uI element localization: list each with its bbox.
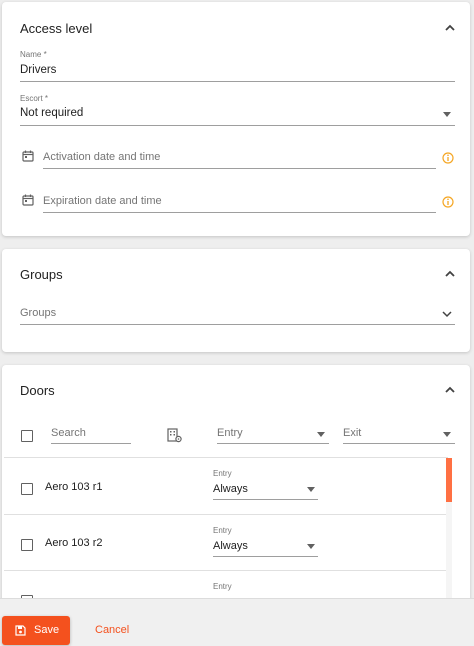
door-entry-underline [213,556,318,557]
row-divider [4,570,448,571]
door-entry-arrow-icon[interactable] [307,487,315,492]
door-name: Aero 103 r2 [45,537,103,549]
info-icon[interactable] [442,196,454,208]
search-underline [51,443,131,444]
escort-select[interactable]: Not required [20,107,83,119]
groups-card: Groups Groups [2,249,470,352]
chevron-down-icon[interactable] [441,309,453,319]
groups-title: Groups [20,267,63,282]
groups-underline [20,324,455,325]
exit-filter-select[interactable]: Exit [343,427,361,439]
door-entry-arrow-icon[interactable] [307,544,315,549]
chevron-up-icon[interactable] [444,23,456,33]
exit-filter-underline [343,443,455,444]
save-button-label: Save [34,624,60,636]
entry-filter-underline [217,443,329,444]
exit-filter-arrow-icon[interactable] [443,432,451,437]
save-icon [15,625,26,636]
name-underline [20,81,455,82]
door-row-checkbox[interactable] [21,483,33,495]
entry-filter-arrow-icon[interactable] [317,432,325,437]
door-entry-label: Entry [213,582,232,591]
calendar-icon[interactable] [22,150,34,162]
save-button[interactable]: Save [2,616,70,645]
info-icon[interactable] [442,152,454,164]
row-divider [4,514,448,515]
chevron-up-icon[interactable] [444,385,456,395]
cancel-button[interactable]: Cancel [95,624,129,636]
escort-underline [20,125,455,126]
escort-label: Escort * [20,94,49,103]
access-level-card: Access level Name * Drivers Escort * Not… [2,2,470,236]
door-name: Aero 103 r1 [45,481,103,493]
select-all-checkbox[interactable] [21,430,33,442]
name-field[interactable]: Drivers [20,64,56,76]
door-entry-label: Entry [213,469,232,478]
door-entry-underline [213,499,318,500]
door-search-input[interactable]: Search [51,427,86,439]
escort-dropdown-arrow-icon[interactable] [443,112,451,117]
chevron-up-icon[interactable] [444,269,456,279]
doors-title: Doors [20,383,55,398]
calendar-icon[interactable] [22,194,34,206]
row-divider [4,457,448,458]
expiration-date-input[interactable]: Expiration date and time [43,195,162,207]
activation-underline [43,168,436,169]
activation-date-input[interactable]: Activation date and time [43,151,160,163]
expiration-underline [43,212,436,213]
door-entry-label: Entry [213,526,232,535]
building-settings-icon[interactable] [166,427,182,443]
doors-card: Doors Search Entry Exit Aero 103 r1 Entr… [2,365,470,605]
groups-select[interactable]: Groups [20,307,56,319]
name-label: Name * [20,50,47,59]
action-bar: Save Cancel [0,598,474,646]
door-entry-select[interactable]: Always [213,540,248,552]
list-scrollbar-thumb[interactable] [446,458,452,502]
door-row-checkbox[interactable] [21,539,33,551]
entry-filter-select[interactable]: Entry [217,427,243,439]
access-level-title: Access level [20,21,93,36]
door-entry-select[interactable]: Always [213,483,248,495]
